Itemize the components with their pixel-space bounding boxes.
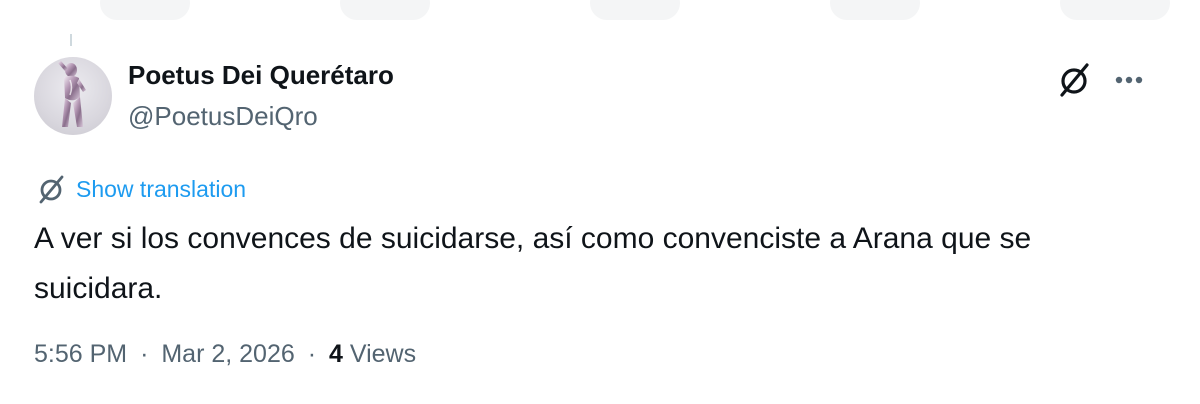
views-label[interactable]: Views bbox=[350, 340, 416, 368]
meta-separator: · bbox=[140, 340, 149, 368]
faded-action bbox=[830, 0, 920, 20]
thread-connector-line bbox=[70, 34, 72, 46]
more-options-button[interactable] bbox=[1106, 60, 1152, 100]
tweet-date[interactable]: Mar 2, 2026 bbox=[161, 340, 294, 368]
previous-tweet-actions-faded bbox=[0, 0, 1200, 26]
meta-separator: · bbox=[307, 340, 317, 368]
author-handle[interactable]: @PoetusDeiQro bbox=[128, 101, 318, 132]
more-horizontal-icon bbox=[1115, 76, 1143, 84]
author-display-name[interactable]: Poetus Dei Querétaro bbox=[128, 60, 394, 91]
show-translation-link[interactable]: Show translation bbox=[34, 171, 246, 207]
tweet-text: A ver si los convences de suicidarse, as… bbox=[34, 222, 1032, 305]
views-count[interactable]: 4 bbox=[329, 340, 343, 368]
tweet-metadata: 5:56 PM · Mar 2, 2026 · 4 Views bbox=[34, 340, 416, 369]
tweet-time[interactable]: 5:56 PM bbox=[34, 340, 127, 368]
grok-button[interactable] bbox=[1054, 60, 1094, 100]
faded-action bbox=[100, 0, 190, 20]
grok-icon bbox=[1060, 63, 1089, 97]
tweet-detail: Poetus Dei Querétaro @PoetusDeiQro Show … bbox=[0, 0, 1200, 404]
avatar[interactable] bbox=[34, 57, 112, 135]
metallic-statue-avatar-icon bbox=[58, 61, 86, 127]
faded-action bbox=[340, 0, 430, 20]
grok-icon bbox=[39, 175, 64, 204]
faded-action bbox=[1060, 0, 1170, 20]
show-translation-label[interactable]: Show translation bbox=[76, 176, 246, 203]
faded-action bbox=[590, 0, 680, 20]
